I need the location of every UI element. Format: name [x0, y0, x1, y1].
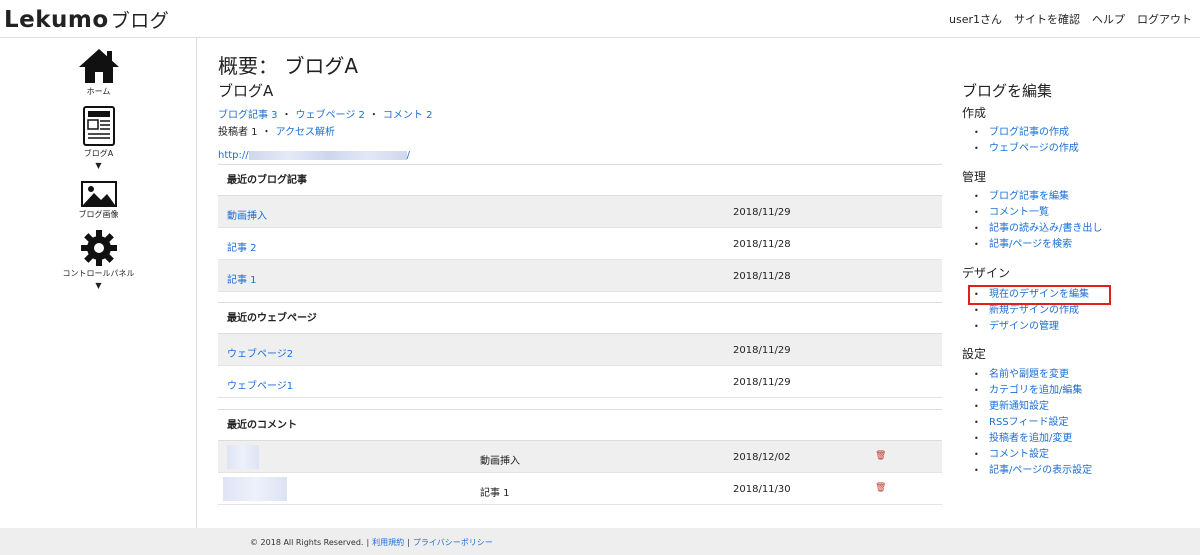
display-settings-link[interactable]: 記事/ページの表示設定 — [974, 463, 1092, 479]
view-site-link[interactable]: サイトを確認 — [1014, 11, 1080, 27]
table-row: 記事 1 2018/11/30 🗑 — [218, 473, 942, 505]
blog-url-link[interactable]: http:/// — [218, 150, 410, 161]
recent-comments-section: 最近のコメント 動画挿入 2018/12/02 🗑 記事 1 2018/11/3… — [218, 409, 942, 505]
sidebar-item-blog-images[interactable]: ブログ画像 — [0, 181, 197, 220]
name-subtitle-link[interactable]: 名前や副題を変更 — [974, 367, 1092, 383]
comment-settings-link[interactable]: コメント設定 — [974, 447, 1092, 463]
chevron-down-icon[interactable]: ▼ — [0, 282, 197, 290]
top-header: Lekumo ブログ user1さん サイトを確認 ヘルプ ログアウト — [0, 0, 1200, 38]
manage-heading: 管理 — [962, 170, 987, 184]
import-export-link[interactable]: 記事の読み込み/書き出し — [974, 221, 1102, 237]
post-title-link[interactable]: 動画挿入 — [227, 207, 267, 222]
privacy-link[interactable]: プライバシーポリシー — [413, 538, 493, 547]
table-row: ウェブページ2 2018/11/29 — [218, 334, 942, 366]
copyright: © 2018 All Rights Reserved. — [250, 538, 364, 547]
terms-link[interactable]: 利用規約 — [372, 538, 404, 547]
sidebar-item-label: ブログ画像 — [78, 210, 119, 219]
comment-date: 2018/12/02 — [733, 452, 791, 463]
logo-suffix: ブログ — [110, 10, 170, 32]
author-stats: 投稿者 1 ・アクセス解析 — [218, 127, 336, 138]
comments-list-link[interactable]: コメント一覧 — [974, 205, 1102, 221]
table-row: 動画挿入 2018/11/29 — [218, 196, 942, 228]
page-title-link[interactable]: ウェブページ2 — [227, 345, 293, 360]
sidebar-item-label: コントロールパネル — [62, 269, 135, 278]
update-notify-link[interactable]: 更新通知設定 — [974, 399, 1092, 415]
sidebar-item-blog[interactable]: ブログA ▼ — [0, 106, 197, 170]
post-date: 2018/11/28 — [733, 239, 791, 250]
chevron-down-icon[interactable]: ▼ — [0, 162, 197, 170]
rss-settings-link[interactable]: RSSフィード設定 — [974, 415, 1092, 431]
logo-main: Lekumo — [4, 7, 109, 33]
redacted-commenter — [223, 477, 287, 501]
blog-icon — [82, 106, 115, 146]
search-link[interactable]: 記事/ページを検索 — [974, 237, 1102, 253]
home-icon — [78, 49, 119, 83]
create-page-link[interactable]: ウェブページの作成 — [974, 141, 1079, 157]
table-row: 記事 1 2018/11/28 — [218, 260, 942, 292]
posts-count-link[interactable]: ブログ記事 3 — [218, 110, 278, 121]
edit-current-design-link[interactable]: 現在のデザインを編集 — [974, 287, 1089, 303]
authors-link[interactable]: 投稿者を追加/変更 — [974, 431, 1092, 447]
table-row: ウェブページ1 2018/11/29 — [218, 366, 942, 398]
create-list: ブログ記事の作成 ウェブページの作成 — [974, 125, 1079, 157]
section-heading: 最近のブログ記事 — [218, 164, 942, 196]
comment-post-title: 動画挿入 — [480, 456, 520, 467]
page-date: 2018/11/29 — [733, 377, 791, 388]
post-title-link[interactable]: 記事 1 — [227, 271, 257, 286]
comments-count-link[interactable]: コメント 2 — [383, 110, 433, 121]
footer-links: © 2018 All Rights Reserved. | 利用規約 | プライバシーポ… — [250, 538, 493, 547]
post-title-link[interactable]: 記事 2 — [227, 239, 257, 254]
gear-icon — [80, 230, 117, 266]
user-menu[interactable]: user1さん — [949, 11, 1002, 27]
redacted-url — [248, 150, 407, 160]
table-row: 動画挿入 2018/12/02 🗑 — [218, 441, 942, 473]
sidebar-item-label: ブログA — [83, 149, 114, 158]
trash-icon[interactable]: 🗑 — [875, 483, 886, 493]
sidebar: ホーム ブログA ▼ ブログ画像 コントロールパネル ▼ — [0, 38, 197, 528]
create-heading: 作成 — [962, 106, 987, 120]
footer: © 2018 All Rights Reserved. | 利用規約 | プライバシーポ… — [0, 528, 1200, 555]
post-date: 2018/11/29 — [733, 207, 791, 218]
sidebar-item-label: ホーム — [86, 87, 111, 96]
image-icon — [80, 181, 117, 207]
post-date: 2018/11/28 — [733, 271, 791, 282]
help-link[interactable]: ヘルプ — [1092, 11, 1125, 27]
page-title: 概要： ブログA — [218, 54, 359, 78]
table-row: 記事 2 2018/11/28 — [218, 228, 942, 260]
manage-designs-link[interactable]: デザインの管理 — [974, 319, 1089, 335]
page-date: 2018/11/29 — [733, 345, 791, 356]
panel-title: ブログを編集 — [962, 82, 1053, 100]
edit-posts-link[interactable]: ブログ記事を編集 — [974, 189, 1102, 205]
trash-icon[interactable]: 🗑 — [875, 451, 886, 461]
redacted-commenter — [227, 445, 259, 469]
page-title-link[interactable]: ウェブページ1 — [227, 377, 293, 392]
section-heading: 最近のコメント — [218, 409, 942, 441]
section-heading: 最近のウェブページ — [218, 302, 942, 334]
recent-pages-section: 最近のウェブページ ウェブページ2 2018/11/29 ウェブページ1 201… — [218, 302, 942, 398]
sidebar-item-home[interactable]: ホーム — [0, 48, 197, 97]
comment-date: 2018/11/30 — [733, 484, 791, 495]
create-post-link[interactable]: ブログ記事の作成 — [974, 125, 1079, 141]
settings-list: 名前や副題を変更 カテゴリを追加/編集 更新通知設定 RSSフィード設定 投稿者… — [974, 367, 1092, 479]
blog-name: ブログA — [218, 82, 274, 100]
authors-count: 投稿者 1 — [218, 127, 258, 138]
comment-post-title: 記事 1 — [480, 488, 510, 499]
design-heading: デザイン — [962, 266, 1011, 280]
top-nav: user1さん サイトを確認 ヘルプ ログアウト — [949, 11, 1192, 27]
categories-link[interactable]: カテゴリを追加/編集 — [974, 383, 1092, 399]
new-design-link[interactable]: 新規デザインの作成 — [974, 303, 1089, 319]
blog-stats: ブログ記事 3 ・ウェブページ 2 ・コメント 2 — [218, 110, 433, 121]
recent-posts-section: 最近のブログ記事 動画挿入 2018/11/29 記事 2 2018/11/28… — [218, 164, 942, 292]
pages-count-link[interactable]: ウェブページ 2 — [296, 110, 365, 121]
manage-list: ブログ記事を編集 コメント一覧 記事の読み込み/書き出し 記事/ページを検索 — [974, 189, 1102, 253]
design-list: 現在のデザインを編集 新規デザインの作成 デザインの管理 — [974, 287, 1089, 335]
settings-heading: 設定 — [962, 347, 987, 361]
logo[interactable]: Lekumo ブログ — [4, 6, 169, 33]
logout-link[interactable]: ログアウト — [1137, 11, 1192, 27]
sidebar-item-control-panel[interactable]: コントロールパネル ▼ — [0, 230, 197, 290]
analytics-link[interactable]: アクセス解析 — [276, 127, 336, 138]
